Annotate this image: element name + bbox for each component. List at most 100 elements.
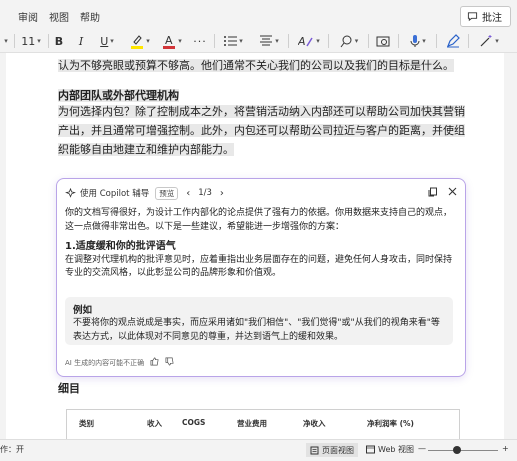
menu-bar: 审阅 视图 帮助 批注 [0, 0, 517, 30]
table-header: 收入 [147, 419, 162, 428]
example-text: 不要将你的观点说成是事实，而应采用诸如"我们相信"、"我们觉得"或"从我们的视角… [73, 318, 440, 342]
highlight-color-button[interactable]: ▾ [128, 32, 152, 50]
next-suggestion-button[interactable]: › [220, 188, 224, 199]
magic-wand-icon [480, 35, 492, 47]
find-button[interactable]: ▾ [336, 32, 362, 50]
thumbs-up-button[interactable] [150, 357, 159, 368]
font-size-dropdown[interactable]: 11 ▾ [18, 32, 44, 50]
table-header: 净利润率 (%) [367, 419, 414, 428]
menu-view[interactable]: 视图 [49, 9, 69, 24]
chevron-down-icon: ▾ [422, 37, 426, 45]
font-color-icon: A [163, 34, 176, 49]
divider [436, 34, 437, 48]
thumbs-up-icon [150, 357, 159, 366]
more-options-button[interactable]: ··· [192, 32, 208, 50]
dictate-button[interactable]: ▾ [406, 32, 430, 50]
paragraph-text: 为何选择内包？除了控制成本之外，将营销活动纳入内部还可以帮助公司加快其营销产出，… [58, 105, 465, 156]
page-view-icon [310, 446, 319, 454]
formatting-toolbar: ▾ 11 ▾ B I U ▾ ▾ A ▾ ··· ▾ ▾ A ▾ ▾ ▾ ▾ [0, 30, 517, 53]
web-view-button[interactable]: Web 视图 [366, 444, 414, 455]
status-bar: 作：开 页面视图 Web 视图 — + [0, 439, 517, 461]
align-center-icon [260, 35, 273, 46]
ai-disclaimer: AI 生成的内容可能不正确 [65, 358, 145, 367]
divider [14, 34, 15, 48]
copilot-intro: 你的文档写得很好，为设计工作内部化的论点提供了强有力的依据。你用数据来支持自己的… [65, 208, 453, 232]
table-header: 净收入 [303, 419, 326, 428]
bullet-list-icon [224, 36, 238, 46]
comment-icon [467, 12, 478, 22]
copilot-coaching-panel: 使用 Copilot 辅导 预览 ‹ 1/3 › 你的文档写得很好，为设计工作内… [56, 178, 466, 377]
italic-button[interactable]: I [74, 32, 88, 50]
divider [368, 34, 369, 48]
chevron-down-icon: ▾ [239, 37, 243, 45]
designer-button[interactable]: ▾ [476, 32, 502, 50]
example-box: 例如 不要将你的观点说成是事实，而应采用诸如"我们相信"、"我们觉得"或"从我们… [65, 297, 453, 345]
suggestion-pager: 1/3 [198, 188, 212, 198]
chevron-down-icon: ▾ [110, 37, 114, 45]
copilot-body: 你的文档写得很好，为设计工作内部化的论点提供了强有力的依据。你用数据来支持自己的… [65, 207, 455, 281]
chevron-down-icon: ▾ [146, 37, 150, 45]
zoom-out-button[interactable]: — [418, 444, 426, 453]
document-paragraph-main[interactable]: 为何选择内包？除了控制成本之外，将营销活动纳入内部还可以帮助公司加快其营销产出，… [58, 102, 468, 159]
detail-table: 类别 收入 COGS 营业费用 净收入 净利润率 (%) [66, 409, 460, 441]
copilot-header: 使用 Copilot 辅导 预览 ‹ 1/3 › [65, 185, 457, 201]
font-name-dropdown-edge[interactable]: ▾ [0, 32, 10, 50]
thumbs-down-button[interactable] [165, 357, 174, 368]
menu-help[interactable]: 帮助 [80, 9, 100, 24]
copy-icon [428, 187, 437, 196]
prev-suggestion-button[interactable]: ‹ [186, 188, 190, 199]
paragraph-text: 认为不够亮眼或预算不够高。他们通常不关心我们的公司以及我们的目标是什么。 [58, 59, 454, 72]
table-header: 营业费用 [237, 419, 267, 428]
chevron-down-icon: ▾ [316, 37, 320, 45]
web-view-label: Web 视图 [378, 445, 414, 454]
underline-glyph: U [100, 34, 109, 48]
microphone-icon [410, 35, 420, 47]
immersive-reader-button[interactable] [374, 32, 392, 50]
editor-button[interactable] [444, 32, 462, 50]
table-header: COGS [182, 418, 206, 427]
svg-text:A: A [165, 34, 173, 47]
chevron-down-icon: ▾ [4, 37, 8, 45]
close-icon [448, 187, 457, 196]
divider [214, 34, 215, 48]
comment-label: 批注 [482, 13, 502, 24]
web-view-icon [366, 445, 375, 454]
comment-button[interactable]: 批注 [460, 6, 511, 27]
reader-icon [376, 36, 390, 46]
divider [48, 34, 49, 48]
heading-text: 内部团队或外部代理机构 [58, 89, 179, 102]
zoom-slider-track[interactable] [428, 450, 498, 451]
close-button[interactable] [448, 187, 457, 199]
zoom-slider-thumb[interactable] [453, 446, 461, 454]
font-size-value: 11 [21, 34, 36, 48]
status-text: 作：开 [0, 445, 24, 454]
chevron-down-icon: ▾ [37, 37, 41, 45]
bullets-button[interactable]: ▾ [220, 32, 246, 50]
search-icon [340, 35, 352, 47]
chevron-down-icon: ▾ [178, 37, 182, 45]
divider [398, 34, 399, 48]
font-color-button[interactable]: A ▾ [160, 32, 184, 50]
divider [288, 34, 289, 48]
page-view-label: 页面视图 [322, 445, 354, 455]
detail-heading: 细目 [58, 382, 80, 395]
divider [468, 34, 469, 48]
editor-pen-icon [446, 34, 460, 48]
document-paragraph-top[interactable]: 认为不够亮眼或预算不够高。他们通常不关心我们的公司以及我们的目标是什么。 [58, 56, 468, 75]
chevron-down-icon: ▾ [354, 37, 359, 45]
zoom-in-button[interactable]: + [502, 444, 509, 453]
chevron-down-icon: ▾ [275, 37, 279, 45]
bold-button[interactable]: B [52, 32, 66, 50]
vertical-scrollbar[interactable] [507, 53, 517, 439]
copilot-coach-icon [65, 187, 76, 198]
copy-button[interactable] [428, 187, 438, 200]
page-view-button[interactable]: 页面视图 [306, 443, 358, 457]
chevron-down-icon: ▾ [495, 37, 499, 45]
svg-text:A: A [298, 35, 306, 48]
menu-review[interactable]: 审阅 [18, 9, 38, 24]
highlighter-icon [131, 35, 144, 49]
align-button[interactable]: ▾ [256, 32, 282, 50]
underline-button[interactable]: U ▾ [96, 32, 118, 50]
styles-button[interactable]: A ▾ [296, 32, 322, 50]
divider [328, 34, 329, 48]
